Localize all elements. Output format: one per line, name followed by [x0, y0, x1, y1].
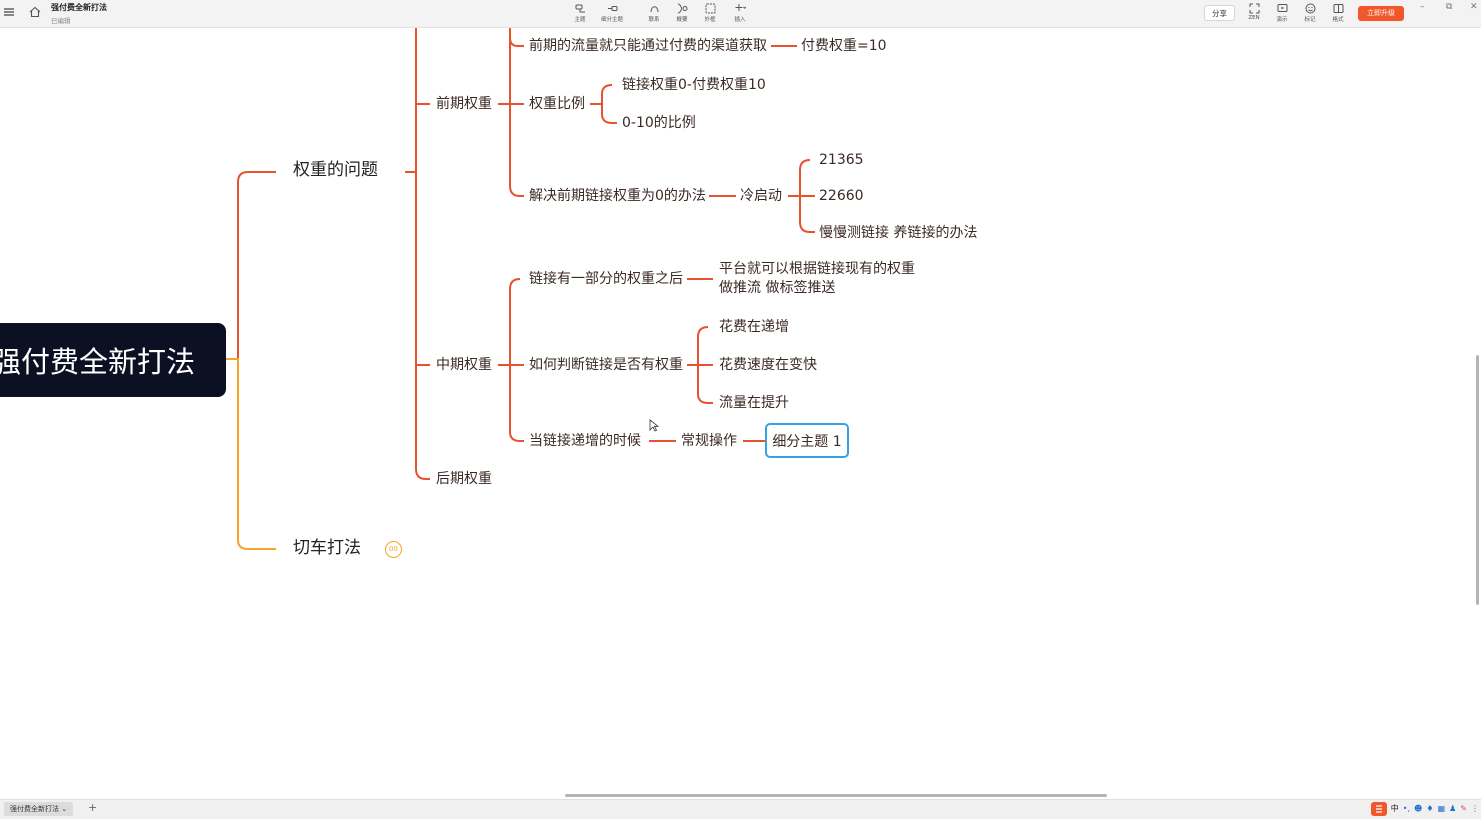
user-icon[interactable]: ♟: [1449, 803, 1456, 815]
topic-link-increasing[interactable]: 当链接递增的时候: [529, 432, 641, 450]
system-tray: 中 •, ☻ ♦ ▦ ♟ ✎ ⋮: [1370, 802, 1479, 816]
topic-zero-weight-solution[interactable]: 解决前期链接权重为0的办法: [529, 187, 706, 205]
topic-cold-start[interactable]: 冷启动: [740, 187, 782, 205]
keyboard-icon[interactable]: ▦: [1438, 803, 1446, 815]
topic-subtopic-selected[interactable]: 细分主题 1: [765, 423, 849, 458]
topic-judge-weight[interactable]: 如何判断链接是否有权重: [529, 356, 683, 374]
topic-ratio-range[interactable]: 0-10的比例: [622, 114, 696, 132]
vertical-scrollbar[interactable]: [1476, 355, 1479, 605]
topic-weight-issue[interactable]: 权重的问题: [293, 161, 378, 179]
topic-link-weight[interactable]: 链接权重0-付费权重10: [622, 76, 766, 94]
input-method-logo-icon[interactable]: [1370, 802, 1387, 816]
emoji-icon[interactable]: ☻: [1414, 803, 1422, 815]
input-mode-indicator[interactable]: 中: [1391, 803, 1399, 815]
topic-22660[interactable]: 22660: [819, 187, 864, 205]
skin-icon[interactable]: ✎: [1460, 803, 1467, 815]
mindmap-canvas[interactable]: 强付费全新打法 权重的问题 切车打法 00 前期权重 中期权重 后期权重 前期的…: [0, 28, 1481, 798]
sheet-bar: 强付费全新打法 ⌄ + 中 •, ☻ ♦ ▦ ♟ ✎ ⋮: [0, 799, 1481, 819]
sheet-tab-label: 强付费全新打法: [10, 805, 59, 813]
punctuation-icon[interactable]: •,: [1403, 803, 1410, 815]
more-icon[interactable]: ⋮: [1471, 803, 1479, 815]
topic-mid-weight[interactable]: 中期权重: [436, 356, 492, 374]
topic-partial-weight[interactable]: 链接有一部分的权重之后: [529, 270, 683, 288]
add-sheet-icon[interactable]: +: [88, 801, 97, 814]
topic-cut-car-method[interactable]: 切车打法: [293, 539, 361, 557]
topic-early-weight[interactable]: 前期权重: [436, 95, 492, 113]
topic-platform-push[interactable]: 平台就可以根据链接现有的权重: [719, 260, 915, 278]
horizontal-scrollbar[interactable]: [565, 794, 1107, 797]
topic-platform-push-line2[interactable]: 做推流 做标签推送: [719, 279, 835, 297]
microphone-icon[interactable]: ♦: [1426, 803, 1433, 815]
topic-21365[interactable]: 21365: [819, 151, 864, 169]
topic-routine-operation[interactable]: 常规操作: [681, 432, 737, 450]
topic-traffic-rising[interactable]: 流量在提升: [719, 394, 789, 412]
topic-late-weight[interactable]: 后期权重: [436, 470, 492, 488]
topic-slow-test[interactable]: 慢慢测链接 养链接的办法: [819, 224, 977, 242]
topic-paid-weight[interactable]: 付费权重=10: [801, 37, 887, 55]
root-topic[interactable]: 强付费全新打法: [0, 323, 226, 397]
topic-spend-faster[interactable]: 花费速度在变快: [719, 356, 817, 374]
collapsed-children-badge[interactable]: 00: [385, 541, 402, 558]
mouse-cursor-icon: [649, 419, 659, 432]
topic-early-traffic[interactable]: 前期的流量就只能通过付费的渠道获取: [529, 37, 767, 55]
sheet-tab[interactable]: 强付费全新打法 ⌄: [4, 802, 74, 816]
topic-spend-increasing[interactable]: 花费在递增: [719, 318, 789, 336]
topic-weight-ratio[interactable]: 权重比例: [529, 95, 585, 113]
